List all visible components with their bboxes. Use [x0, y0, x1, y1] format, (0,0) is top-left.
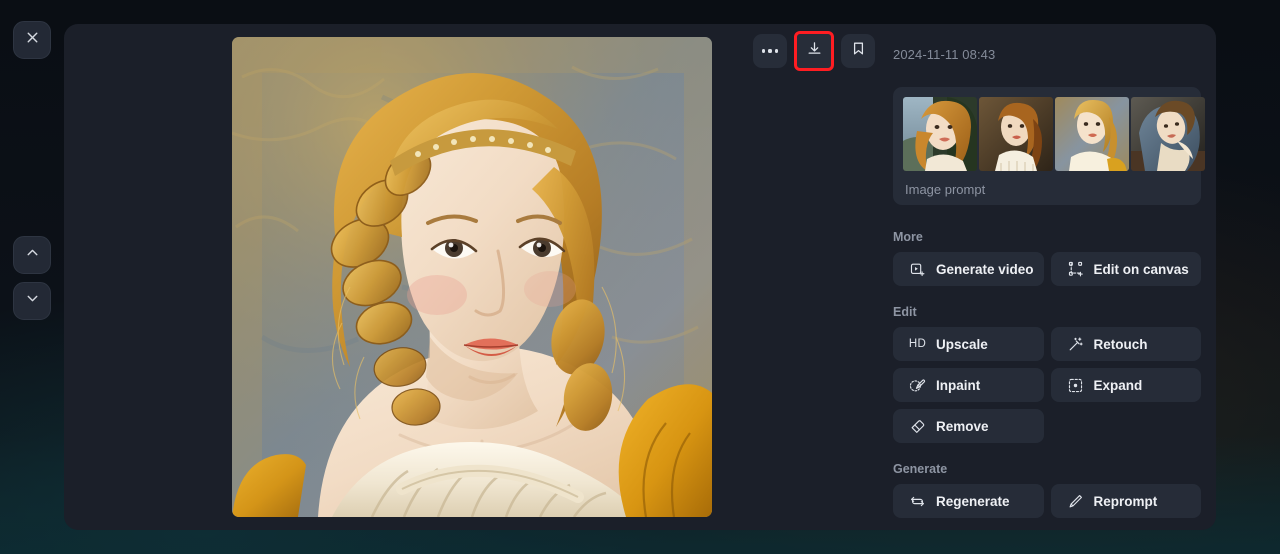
section-title-generate: Generate	[893, 462, 948, 476]
more-actions-group: Generate video Edit on canvas	[893, 252, 1201, 286]
edit-actions-group: HD Upscale Retouch Inpaint Expand Remove	[893, 327, 1201, 443]
refresh-icon	[909, 493, 926, 510]
section-title-more: More	[893, 230, 923, 244]
image-prompt-label: Image prompt	[905, 182, 986, 197]
magic-wand-icon	[1067, 336, 1084, 353]
close-icon	[24, 29, 41, 51]
upscale-label: Upscale	[936, 336, 988, 352]
upscale-button[interactable]: HD Upscale	[893, 327, 1044, 361]
thumbnail-1-image	[903, 97, 977, 171]
details-side-panel: 2024-11-11 08:43 Image prompt More Gener…	[893, 24, 1216, 530]
close-button[interactable]	[13, 21, 51, 59]
bookmark-button[interactable]	[841, 34, 875, 68]
remove-button[interactable]: Remove	[893, 409, 1044, 443]
image-prompt-card: Image prompt	[893, 87, 1205, 205]
thumbnail-4-image	[1131, 97, 1205, 171]
prompt-thumbnail-strip	[903, 97, 1205, 171]
image-actions-toolbar	[753, 31, 875, 71]
thumbnail-2[interactable]	[979, 97, 1053, 171]
next-image-button[interactable]	[13, 282, 51, 320]
retouch-label: Retouch	[1093, 336, 1148, 352]
edit-on-canvas-button[interactable]: Edit on canvas	[1050, 252, 1201, 286]
previous-image-button[interactable]	[13, 236, 51, 274]
chevron-down-icon	[24, 290, 41, 312]
thumbnail-1[interactable]	[903, 97, 977, 171]
generate-video-label: Generate video	[936, 261, 1034, 277]
remove-label: Remove	[936, 418, 989, 434]
bookmark-icon	[850, 40, 867, 62]
thumbnail-3-image	[1055, 97, 1129, 171]
download-icon	[806, 40, 823, 62]
reprompt-label: Reprompt	[1093, 493, 1158, 509]
regenerate-label: Regenerate	[936, 493, 1010, 509]
eraser-icon	[909, 418, 926, 435]
brush-selection-icon	[909, 377, 926, 394]
thumbnail-4[interactable]	[1131, 97, 1205, 171]
chevron-up-icon	[24, 244, 41, 266]
hd-icon: HD	[908, 338, 927, 350]
expand-dashed-icon	[1067, 377, 1084, 394]
canvas-transform-icon	[1067, 261, 1084, 278]
download-button[interactable]	[794, 31, 834, 71]
generate-actions-group: Regenerate Reprompt	[893, 484, 1201, 518]
video-plus-icon	[909, 261, 926, 278]
image-preview[interactable]	[232, 37, 712, 517]
image-detail-modal: 2024-11-11 08:43 Image prompt More Gener…	[64, 24, 1216, 530]
edit-on-canvas-label: Edit on canvas	[1093, 261, 1189, 277]
portrait-image	[232, 37, 712, 517]
pencil-icon	[1067, 493, 1084, 510]
regenerate-button[interactable]: Regenerate	[893, 484, 1044, 518]
expand-label: Expand	[1093, 377, 1143, 393]
inpaint-label: Inpaint	[936, 377, 981, 393]
generation-timestamp: 2024-11-11 08:43	[893, 47, 996, 62]
retouch-button[interactable]: Retouch	[1050, 327, 1201, 361]
thumbnail-3[interactable]	[1055, 97, 1129, 171]
expand-button[interactable]: Expand	[1050, 368, 1201, 402]
thumbnail-2-image	[979, 97, 1053, 171]
generate-video-button[interactable]: Generate video	[893, 252, 1044, 286]
section-title-edit: Edit	[893, 305, 917, 319]
reprompt-button[interactable]: Reprompt	[1050, 484, 1201, 518]
more-options-button[interactable]	[753, 34, 787, 68]
inpaint-button[interactable]: Inpaint	[893, 368, 1044, 402]
ellipsis-icon	[762, 49, 778, 53]
